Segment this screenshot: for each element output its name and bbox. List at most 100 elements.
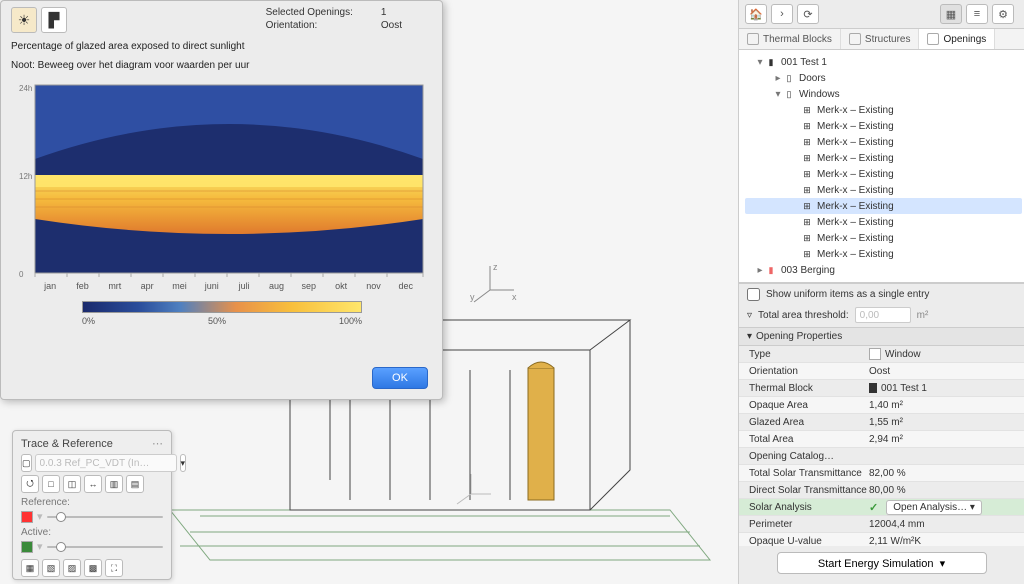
tree-row[interactable]: ⊞Merk-x – Existing — [745, 214, 1022, 230]
palette-menu-icon[interactable]: ⋯ — [152, 437, 163, 450]
tree-row[interactable]: ▸▯Doors — [745, 70, 1022, 86]
start-energy-simulation-button[interactable]: Start Energy Simulation ▾ — [777, 552, 987, 574]
orientation-label: Orientation: — [266, 20, 353, 31]
dialog-title: Percentage of glazed area exposed to dir… — [11, 41, 432, 52]
properties-header[interactable]: ▾Opening Properties — [739, 328, 1024, 346]
ok-button[interactable]: OK — [372, 367, 428, 389]
trace-tool-5[interactable]: ▥ — [105, 475, 123, 493]
prop-opaque-value: 1,40 m² — [869, 400, 1024, 411]
prop-orientation-label: Orientation — [739, 366, 869, 377]
prop-catalog-link[interactable]: Opening Catalog… — [739, 451, 869, 462]
trace-dropdown-icon[interactable]: ▾ — [180, 454, 187, 472]
trace-tool-6[interactable]: ▤ — [126, 475, 144, 493]
trace-layer-icon[interactable]: ▢ — [21, 454, 32, 472]
window-icon — [869, 348, 881, 360]
tree-row[interactable]: ⊞Merk-x – Existing — [745, 246, 1022, 262]
trace-title: Trace & Reference — [21, 438, 113, 450]
dialog-info: Selected Openings: 1 Orientation: Oost — [266, 7, 402, 31]
view-grid-icon[interactable]: ▦ — [940, 4, 962, 24]
trace-bottom-4[interactable]: ▩ — [84, 559, 102, 577]
prop-glazed-value: 1,55 m² — [869, 417, 1024, 428]
reference-label: Reference: — [21, 497, 163, 508]
trace-tool-1[interactable]: ⭯ — [21, 475, 39, 493]
tree-row[interactable]: ▾▯Windows — [745, 86, 1022, 102]
active-label: Active: — [21, 527, 163, 538]
tab-openings[interactable]: Openings — [919, 29, 995, 49]
prop-total-value: 2,94 m² — [869, 434, 1024, 445]
prop-solar-label: Solar Analysis — [739, 502, 869, 513]
selected-openings-value: 1 — [381, 7, 402, 18]
uniform-checkbox[interactable]: Show uniform items as a single entry — [747, 288, 1016, 301]
selected-opening — [528, 362, 554, 500]
shade-tool-icon[interactable]: ▛ — [41, 7, 67, 33]
reference-slider[interactable]: ▾ — [21, 510, 163, 523]
tree-row[interactable]: ⊞Merk-x – Existing — [745, 118, 1022, 134]
svg-text:y: y — [470, 292, 475, 302]
tab-thermal-blocks[interactable]: Thermal Blocks — [739, 29, 841, 49]
panel-tabs: Thermal Blocks Structures Openings — [739, 29, 1024, 50]
reference-color-swatch[interactable] — [21, 511, 33, 523]
axis-gizmo-origin — [455, 470, 495, 513]
trace-bottom-2[interactable]: ▧ — [42, 559, 60, 577]
tree-row[interactable]: ▾▮001 Test 1 — [745, 54, 1022, 70]
prop-ou-value[interactable]: 2,11 W/m²K — [869, 536, 1024, 547]
sun-tool-icon[interactable]: ☀ — [11, 7, 37, 33]
active-color-swatch[interactable] — [21, 541, 33, 553]
tree-row[interactable]: ⊞Merk-x – Existing — [745, 182, 1022, 198]
tree-row[interactable]: ▸▮003 Berging — [745, 262, 1022, 278]
block-icon — [869, 383, 877, 393]
orientation-value: Oost — [381, 20, 402, 31]
check-icon: ✓ — [869, 501, 878, 514]
prop-type-label: Type — [739, 349, 869, 360]
solar-chart[interactable]: 24h 12h 0 — [17, 79, 427, 326]
svg-text:24h: 24h — [19, 84, 32, 93]
nav-fwd-icon[interactable]: › — [771, 4, 793, 24]
solar-analysis-dialog: ☀ ▛ Selected Openings: 1 Orientation: Oo… — [0, 0, 443, 400]
tab-structures[interactable]: Structures — [841, 29, 920, 49]
threshold-input[interactable] — [855, 307, 911, 323]
prop-thermal-label: Thermal Block — [739, 383, 869, 394]
active-slider[interactable]: ▾ — [21, 540, 163, 553]
prop-ou-label: Opaque U-value — [739, 536, 869, 547]
prop-type-value: Window — [885, 349, 921, 360]
opening-properties: Type Window OrientationOost Thermal Block… — [739, 346, 1024, 546]
svg-text:z: z — [493, 262, 498, 272]
prop-tst-value[interactable]: 82,00 % — [869, 468, 1024, 479]
tree-row[interactable]: ⊞Merk-x – Existing — [745, 198, 1022, 214]
tree-row[interactable]: ⊞Merk-x – Existing — [745, 166, 1022, 182]
svg-text:12h: 12h — [19, 172, 32, 181]
chart-month-axis: janfeb mrtapr meijuni juliaug sepokt nov… — [35, 281, 421, 291]
axis-gizmo: z x y — [470, 260, 520, 313]
prop-dst-value[interactable]: 80,00 % — [869, 485, 1024, 496]
trace-tool-4[interactable]: ↔ — [84, 475, 102, 493]
trace-reference-field[interactable] — [35, 454, 177, 472]
prop-opaque-label: Opaque Area — [739, 400, 869, 411]
tree-row[interactable]: ⊞Merk-x – Existing — [745, 134, 1022, 150]
panel-settings-icon[interactable]: ⚙ — [992, 4, 1014, 24]
refresh-icon[interactable]: ⟳ — [797, 4, 819, 24]
threshold-label: Total area threshold: — [758, 310, 849, 321]
nav-back-icon[interactable]: 🏠 — [745, 4, 767, 24]
selected-openings-label: Selected Openings: — [266, 7, 353, 18]
trace-bottom-3[interactable]: ▨ — [63, 559, 81, 577]
prop-thermal-value[interactable]: 001 Test 1 — [881, 383, 927, 394]
view-list-icon[interactable]: ≡ — [966, 4, 988, 24]
trace-bottom-1[interactable]: ▦ — [21, 559, 39, 577]
prop-total-label: Total Area — [739, 434, 869, 445]
trace-tool-3[interactable]: ◫ — [63, 475, 81, 493]
trace-tool-2[interactable]: □ — [42, 475, 60, 493]
prop-perim-label: Perimeter — [739, 519, 869, 530]
open-analysis-button[interactable]: Open Analysis… ▾ — [886, 500, 982, 515]
funnel-icon: ▿ — [747, 310, 752, 321]
trace-reference-palette[interactable]: Trace & Reference ⋯ ▢ ▾ ⭯ □ ◫ ↔ ▥ ▤ Refe… — [12, 430, 172, 580]
tree-row[interactable]: ⊞Merk-x – Existing — [745, 102, 1022, 118]
tree-row[interactable]: ⊞Merk-x – Existing — [745, 230, 1022, 246]
energy-side-panel: 🏠 › ⟳ ▦ ≡ ⚙ Thermal Blocks Structures Op… — [738, 0, 1024, 584]
prop-orientation-value[interactable]: Oost — [869, 366, 1024, 377]
threshold-unit: m² — [917, 310, 929, 321]
uniform-section: Show uniform items as a single entry ▿ T… — [739, 283, 1024, 328]
openings-tree[interactable]: ▾▮001 Test 1▸▯Doors▾▯Windows⊞Merk-x – Ex… — [739, 50, 1024, 283]
trace-bottom-5[interactable]: ⛶ — [105, 559, 123, 577]
tree-row[interactable]: ⊞Merk-x – Existing — [745, 150, 1022, 166]
svg-text:0: 0 — [19, 270, 24, 279]
